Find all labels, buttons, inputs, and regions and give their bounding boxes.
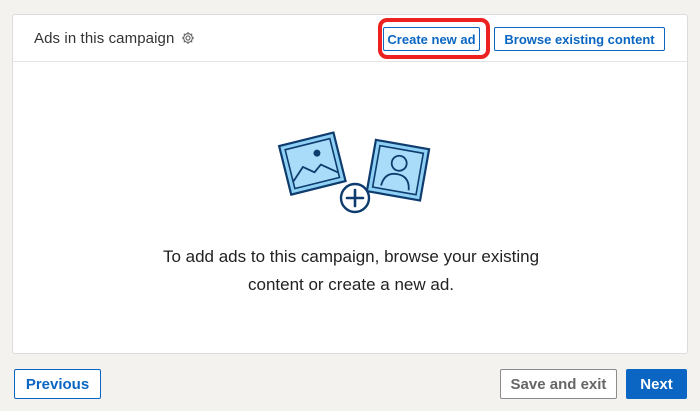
save-and-exit-button[interactable]: Save and exit xyxy=(500,369,617,399)
next-button[interactable]: Next xyxy=(626,369,687,399)
empty-state-line-2: content or create a new ad. xyxy=(247,275,455,294)
person-photo-icon xyxy=(365,138,431,202)
previous-button[interactable]: Previous xyxy=(14,369,101,399)
gear-icon[interactable] xyxy=(181,31,195,45)
card-header: Ads in this campaign Create new ad Brows… xyxy=(13,15,687,62)
plus-icon xyxy=(339,182,371,214)
browse-existing-content-button[interactable]: Browse existing content xyxy=(494,27,665,51)
empty-state-message: To add ads to this campaign, browse your… xyxy=(13,243,689,299)
card-title: Ads in this campaign xyxy=(34,30,175,47)
create-new-ad-button[interactable]: Create new ad xyxy=(383,27,480,51)
image-photo-icon xyxy=(277,131,347,196)
empty-state-line-1: To add ads to this campaign, browse your… xyxy=(162,247,540,266)
add-media-illustration xyxy=(277,131,431,214)
ads-campaign-card: Ads in this campaign Create new ad Brows… xyxy=(12,14,688,354)
